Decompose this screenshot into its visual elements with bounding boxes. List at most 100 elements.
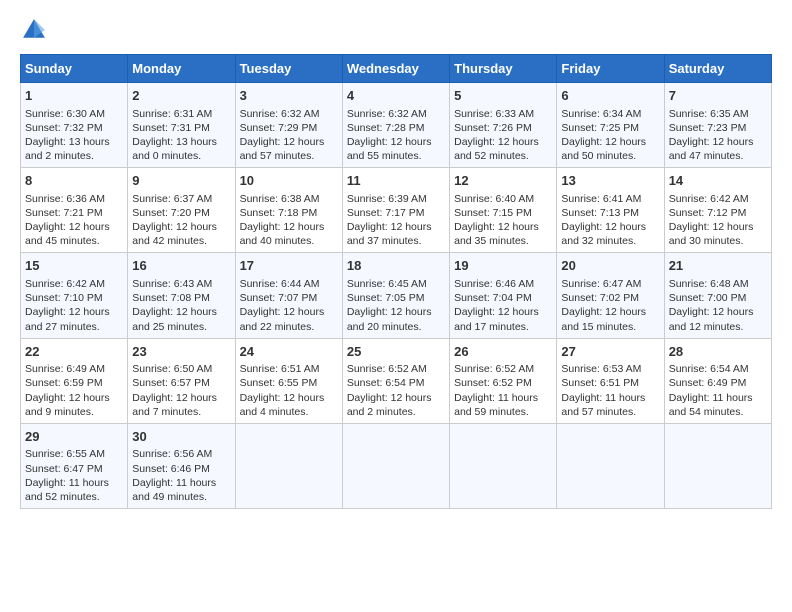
day-detail: Daylight: 12 hours and 42 minutes. [132,220,230,248]
calendar-cell: 26Sunrise: 6:52 AMSunset: 6:52 PMDayligh… [450,338,557,423]
day-detail: Daylight: 13 hours and 0 minutes. [132,135,230,163]
day-number: 19 [454,257,552,275]
calendar-row: 8Sunrise: 6:36 AMSunset: 7:21 PMDaylight… [21,168,772,253]
day-detail: Daylight: 11 hours and 52 minutes. [25,476,123,504]
header [20,16,772,44]
day-detail: Daylight: 12 hours and 2 minutes. [347,391,445,419]
day-detail: Sunrise: 6:39 AM [347,192,445,206]
calendar-cell: 20Sunrise: 6:47 AMSunset: 7:02 PMDayligh… [557,253,664,338]
day-detail: Sunset: 6:49 PM [669,376,767,390]
day-detail: Sunset: 7:20 PM [132,206,230,220]
day-detail: Sunset: 7:00 PM [669,291,767,305]
day-number: 9 [132,172,230,190]
day-number: 24 [240,343,338,361]
day-number: 25 [347,343,445,361]
day-number: 2 [132,87,230,105]
day-number: 8 [25,172,123,190]
day-number: 11 [347,172,445,190]
day-detail: Daylight: 12 hours and 57 minutes. [240,135,338,163]
logo-icon [20,16,48,44]
day-number: 4 [347,87,445,105]
day-detail: Daylight: 12 hours and 45 minutes. [25,220,123,248]
day-detail: Sunrise: 6:33 AM [454,107,552,121]
day-detail: Sunrise: 6:40 AM [454,192,552,206]
day-number: 15 [25,257,123,275]
day-detail: Sunrise: 6:48 AM [669,277,767,291]
day-detail: Sunrise: 6:36 AM [25,192,123,206]
calendar-row: 1Sunrise: 6:30 AMSunset: 7:32 PMDaylight… [21,83,772,168]
day-number: 30 [132,428,230,446]
day-number: 10 [240,172,338,190]
day-detail: Daylight: 12 hours and 22 minutes. [240,305,338,333]
day-number: 27 [561,343,659,361]
calendar-cell: 25Sunrise: 6:52 AMSunset: 6:54 PMDayligh… [342,338,449,423]
day-detail: Daylight: 13 hours and 2 minutes. [25,135,123,163]
day-detail: Sunset: 7:18 PM [240,206,338,220]
day-number: 16 [132,257,230,275]
day-detail: Daylight: 12 hours and 7 minutes. [132,391,230,419]
day-detail: Sunset: 7:29 PM [240,121,338,135]
day-number: 23 [132,343,230,361]
day-detail: Sunrise: 6:31 AM [132,107,230,121]
day-detail: Daylight: 12 hours and 27 minutes. [25,305,123,333]
col-header-friday: Friday [557,55,664,83]
col-header-thursday: Thursday [450,55,557,83]
calendar-cell: 19Sunrise: 6:46 AMSunset: 7:04 PMDayligh… [450,253,557,338]
day-detail: Sunset: 7:15 PM [454,206,552,220]
day-number: 18 [347,257,445,275]
day-number: 6 [561,87,659,105]
day-detail: Sunrise: 6:35 AM [669,107,767,121]
day-detail: Sunset: 6:51 PM [561,376,659,390]
col-header-tuesday: Tuesday [235,55,342,83]
day-detail: Sunset: 7:21 PM [25,206,123,220]
day-detail: Daylight: 12 hours and 35 minutes. [454,220,552,248]
day-detail: Sunrise: 6:43 AM [132,277,230,291]
day-detail: Sunset: 7:05 PM [347,291,445,305]
calendar-cell: 11Sunrise: 6:39 AMSunset: 7:17 PMDayligh… [342,168,449,253]
calendar-body: 1Sunrise: 6:30 AMSunset: 7:32 PMDaylight… [21,83,772,509]
day-detail: Daylight: 12 hours and 37 minutes. [347,220,445,248]
calendar-cell: 18Sunrise: 6:45 AMSunset: 7:05 PMDayligh… [342,253,449,338]
day-detail: Daylight: 12 hours and 47 minutes. [669,135,767,163]
day-detail: Daylight: 12 hours and 4 minutes. [240,391,338,419]
day-detail: Daylight: 12 hours and 55 minutes. [347,135,445,163]
day-number: 1 [25,87,123,105]
day-detail: Daylight: 12 hours and 40 minutes. [240,220,338,248]
day-detail: Sunrise: 6:44 AM [240,277,338,291]
day-detail: Sunrise: 6:55 AM [25,447,123,461]
col-header-monday: Monday [128,55,235,83]
day-detail: Sunrise: 6:50 AM [132,362,230,376]
day-detail: Sunset: 7:04 PM [454,291,552,305]
column-headers: SundayMondayTuesdayWednesdayThursdayFrid… [21,55,772,83]
day-detail: Daylight: 12 hours and 50 minutes. [561,135,659,163]
calendar-cell: 24Sunrise: 6:51 AMSunset: 6:55 PMDayligh… [235,338,342,423]
calendar-row: 29Sunrise: 6:55 AMSunset: 6:47 PMDayligh… [21,423,772,508]
logo [20,16,51,44]
calendar-cell: 12 Sunrise: 6:40 AMSunset: 7:15 PMDayligh… [450,168,557,253]
day-detail: Sunrise: 6:30 AM [25,107,123,121]
day-detail: Daylight: 12 hours and 25 minutes. [132,305,230,333]
day-number: 17 [240,257,338,275]
calendar-cell: 16Sunrise: 6:43 AMSunset: 7:08 PMDayligh… [128,253,235,338]
day-number: 12 [454,172,552,190]
calendar-cell [557,423,664,508]
day-detail: Sunrise: 6:38 AM [240,192,338,206]
day-detail: Daylight: 12 hours and 30 minutes. [669,220,767,248]
day-detail: Sunrise: 6:46 AM [454,277,552,291]
calendar-cell: 22Sunrise: 6:49 AMSunset: 6:59 PMDayligh… [21,338,128,423]
day-detail: Sunset: 6:47 PM [25,462,123,476]
calendar-cell: 4Sunrise: 6:32 AMSunset: 7:28 PMDaylight… [342,83,449,168]
calendar-table: SundayMondayTuesdayWednesdayThursdayFrid… [20,54,772,509]
day-detail: Daylight: 11 hours and 54 minutes. [669,391,767,419]
day-number: 3 [240,87,338,105]
calendar-cell: 14Sunrise: 6:42 AMSunset: 7:12 PMDayligh… [664,168,771,253]
day-detail: Sunset: 7:12 PM [669,206,767,220]
day-detail: Daylight: 12 hours and 12 minutes. [669,305,767,333]
day-detail: Sunrise: 6:47 AM [561,277,659,291]
day-detail: Sunset: 6:59 PM [25,376,123,390]
day-number: 29 [25,428,123,446]
calendar-cell [235,423,342,508]
calendar-cell: 7Sunrise: 6:35 AMSunset: 7:23 PMDaylight… [664,83,771,168]
day-detail: Sunset: 7:31 PM [132,121,230,135]
day-detail: Sunrise: 6:51 AM [240,362,338,376]
